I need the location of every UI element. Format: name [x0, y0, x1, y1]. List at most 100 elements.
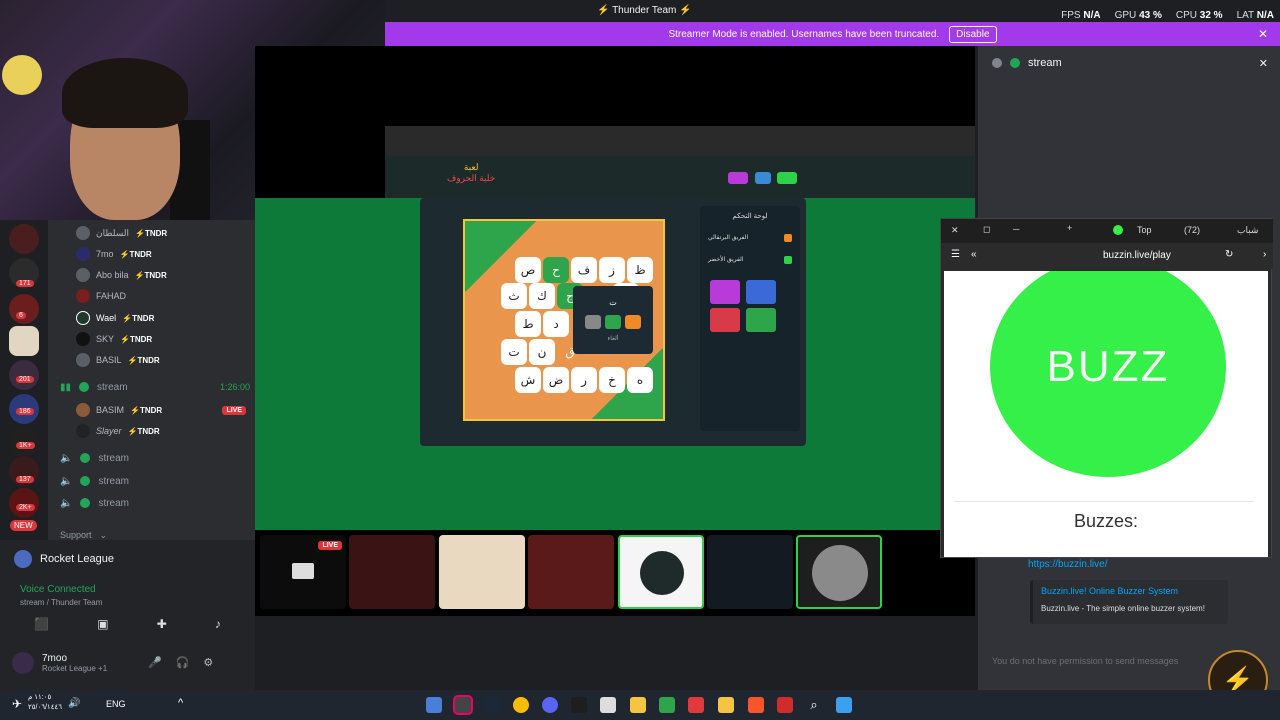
hex-cell[interactable]: ظ — [627, 257, 653, 283]
voice-channel[interactable]: 🔈 stream — [60, 449, 129, 467]
screen-share-icon[interactable]: ▣ — [97, 617, 108, 631]
soundboard-icon[interactable]: ♪ — [215, 617, 221, 631]
hex-cell[interactable]: د — [543, 311, 569, 337]
stream-channel[interactable]: ▮▮ stream 1:26:00 — [60, 378, 250, 396]
game-nav-button[interactable] — [777, 172, 797, 184]
voice-member[interactable]: Slayer ⚡TNDR — [76, 422, 160, 440]
participant-tile[interactable] — [796, 535, 882, 609]
notepad-icon[interactable] — [600, 697, 616, 713]
hex-cell[interactable]: ط — [515, 311, 541, 337]
pen-icon[interactable] — [630, 697, 646, 713]
url-field[interactable]: buzzin.live/play — [1103, 250, 1171, 261]
hex-cell[interactable]: خ — [599, 367, 625, 393]
minimize-icon[interactable]: ─ — [1013, 224, 1019, 234]
media-icon[interactable] — [688, 697, 704, 713]
voice-member[interactable]: BASIL ⚡TNDR — [76, 351, 160, 369]
activity-row[interactable]: Rocket League — [14, 550, 114, 568]
hex-cell[interactable]: ن — [529, 339, 555, 365]
game-control-button[interactable] — [710, 280, 740, 304]
participant-tile[interactable]: LIVE — [260, 535, 346, 609]
server-icon[interactable] — [9, 326, 39, 356]
voice-member[interactable]: 7mo ⚡TNDR — [76, 245, 152, 263]
clock[interactable]: ١١:٠٥ م ٢٥/٠٦/١٤٤٦ — [28, 693, 62, 713]
folder-icon[interactable] — [718, 697, 734, 713]
participant-tile[interactable] — [528, 535, 614, 609]
camera-off-icon[interactable]: ⬛ — [34, 617, 49, 631]
shield-app-icon[interactable] — [426, 697, 442, 713]
hex-cell[interactable]: ض — [543, 367, 569, 393]
mic-icon[interactable]: 🎤 — [148, 656, 162, 669]
activities-icon[interactable]: ✚ — [157, 617, 167, 631]
user-info[interactable]: 7moo Rocket League +1 — [12, 652, 107, 674]
browser-tab[interactable]: شباب — [1237, 225, 1258, 236]
participant-tile[interactable] — [349, 535, 435, 609]
back-icon[interactable]: « — [971, 249, 977, 260]
discord-icon[interactable] — [542, 697, 558, 713]
browser-tab[interactable]: Top — [1137, 225, 1152, 235]
app-icon[interactable] — [659, 697, 675, 713]
server-icon[interactable] — [9, 294, 39, 324]
game-control-button[interactable] — [746, 308, 776, 332]
game-nav-button[interactable] — [755, 172, 771, 184]
menu-icon[interactable]: ☰ — [951, 249, 960, 260]
terminal-icon[interactable] — [571, 697, 587, 713]
voice-member[interactable]: BASIM ⚡TNDR LIVE — [76, 401, 246, 419]
volume-icon[interactable]: 🔊 — [68, 698, 80, 709]
server-icon[interactable] — [9, 360, 39, 390]
hex-cell[interactable]: ف — [571, 257, 597, 283]
chat-link[interactable]: https://buzzin.live/ — [1028, 559, 1107, 570]
maximize-icon[interactable]: ◻ — [983, 224, 990, 235]
hex-cell[interactable]: ث — [501, 283, 527, 309]
participant-tile[interactable] — [707, 535, 793, 609]
voice-member[interactable]: Wael ⚡TNDR — [76, 309, 154, 327]
language-indicator[interactable]: ENG — [106, 699, 126, 709]
forward-icon[interactable]: › — [1263, 249, 1266, 260]
game-control-button[interactable] — [710, 308, 740, 332]
hex-cell[interactable]: ك — [529, 283, 555, 309]
steam-icon[interactable] — [484, 697, 500, 713]
hex-cell[interactable]: ز — [599, 257, 625, 283]
close-icon[interactable]: ✕ — [1258, 27, 1268, 41]
close-icon[interactable]: ✕ — [951, 225, 959, 236]
search-icon[interactable]: ⌕ — [806, 697, 822, 713]
close-icon[interactable]: ✕ — [1259, 57, 1268, 70]
reload-icon[interactable]: ↻ — [1225, 249, 1233, 260]
hex-cell[interactable]: ت — [501, 339, 527, 365]
close-icon[interactable] — [585, 315, 601, 329]
hex-cell[interactable]: ر — [571, 367, 597, 393]
participant-tile[interactable] — [618, 535, 704, 609]
team-green-button[interactable] — [605, 315, 621, 329]
buzz-button[interactable]: BUZZ — [990, 271, 1226, 477]
server-icon[interactable] — [9, 224, 39, 254]
browser-tab-count[interactable]: (72) — [1184, 225, 1200, 235]
hex-cell[interactable]: ه — [627, 367, 653, 393]
brave-icon[interactable] — [748, 697, 764, 713]
voice-member[interactable]: السلطان ⚡TNDR — [76, 224, 167, 242]
active-tab-favicon[interactable] — [1113, 225, 1123, 235]
voice-member[interactable]: FAHAD — [76, 287, 126, 305]
voice-channel[interactable]: 🔈 stream — [60, 472, 129, 490]
hex-cell[interactable]: ح — [543, 257, 569, 283]
game-nav-button[interactable] — [728, 172, 748, 184]
team-orange-button[interactable] — [625, 315, 641, 329]
game-control-button[interactable] — [746, 280, 776, 304]
chevron-up-icon[interactable]: ^ — [178, 697, 183, 709]
disable-button[interactable]: Disable — [949, 25, 997, 43]
chrome-icon[interactable] — [513, 697, 529, 713]
windows-start-icon[interactable] — [836, 697, 852, 713]
voice-channel[interactable]: 🔈 stream — [60, 494, 129, 512]
network-icon[interactable]: ✈ — [12, 697, 22, 711]
gear-icon[interactable]: ⚙ — [203, 656, 213, 669]
participant-tile[interactable] — [439, 535, 525, 609]
headphones-icon[interactable]: 🎧 — [176, 656, 190, 669]
server-icon[interactable] — [9, 488, 39, 518]
server-icon[interactable] — [9, 426, 39, 456]
new-tab-icon[interactable]: + — [1067, 223, 1072, 233]
app-icon[interactable] — [453, 695, 473, 715]
hex-cell[interactable]: ش — [515, 367, 541, 393]
voice-member[interactable]: Abo bila ⚡TNDR — [76, 266, 167, 284]
popup-cancel[interactable]: ألغاء — [573, 335, 653, 342]
hex-cell[interactable]: ص — [515, 257, 541, 283]
embed-title[interactable]: Buzzin.live! Online Buzzer System — [1041, 586, 1228, 596]
voice-member[interactable]: SKY ⚡TNDR — [76, 330, 152, 348]
